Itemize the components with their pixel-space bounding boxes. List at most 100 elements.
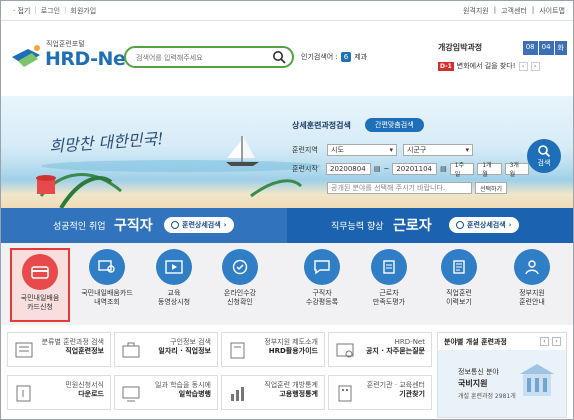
service-label: 직업훈련	[446, 289, 472, 297]
survey-icon	[371, 249, 407, 285]
card-search-icon	[89, 249, 125, 285]
start-from-input[interactable]: 20200804	[326, 163, 371, 175]
field-course-panel: 분야별 개설 훈련과정 ‹ › 정보통신 분야 국비지원 개설 훈련과정 298…	[437, 332, 567, 418]
service-label-2: 내역조회	[94, 298, 120, 306]
service-label: 교육	[167, 289, 181, 297]
keyword-placeholder: 공개된 분야를 선택해 주시기 바랍니다.	[331, 184, 446, 192]
start-to-input[interactable]: 20201104	[392, 163, 438, 175]
service-card-history[interactable]: 국민내일배움카드 내역조회	[77, 249, 137, 307]
detail-search-button[interactable]: 검색	[527, 139, 561, 173]
service-label-2: 훈련안내	[519, 298, 545, 306]
service-label-2: 동영상시청	[157, 298, 191, 306]
service-label: 국민내일배움	[20, 294, 60, 302]
region-row: 훈련지역 시도 ▾ 시군구 ▾	[292, 144, 473, 156]
top-left-links: · 접기 | 로그인 | 회원가입	[13, 6, 97, 16]
search-input[interactable]	[136, 51, 271, 64]
district-select[interactable]: 시군구 ▾	[403, 144, 473, 156]
calendar-icon[interactable]: ▤	[440, 165, 447, 173]
prev-arrow-icon[interactable]: ‹	[540, 337, 549, 346]
service-review[interactable]: 구직자 수강평등록	[292, 249, 352, 307]
period-3month-button[interactable]: 3개월	[504, 162, 530, 178]
deadline-item[interactable]: D-1 변화에서 길을 찾다! ‹ ›	[438, 59, 567, 73]
next-arrow-icon[interactable]: ›	[530, 61, 540, 71]
simple-search-button[interactable]: 간편맞춤검색	[365, 118, 424, 132]
remote-support-link[interactable]: 원격지원	[463, 6, 489, 16]
logo-title[interactable]: HRD-Net	[45, 48, 134, 70]
detail-search-panel: 상세훈련과정검색 간편맞춤검색 훈련지역 시도 ▾ 시군구 ▾ 훈련시작 20200…	[277, 114, 530, 200]
calendar-icon[interactable]: ▤	[374, 165, 381, 173]
prev-arrow-icon[interactable]: ‹	[518, 61, 528, 71]
link-training-info[interactable]: 분류별 훈련과정 검색 직업훈련정보	[7, 332, 111, 367]
popular-term[interactable]: 제과	[354, 52, 367, 62]
link-find-institution[interactable]: 훈련기관 · 교육센터 기관찾기	[328, 375, 432, 410]
region-value: 시도	[331, 146, 344, 154]
link-title: 직업훈련정보	[65, 347, 104, 355]
service-label-2: 수강평등록	[305, 298, 339, 306]
deadline-widget: 개강임박과정 08 04 화 D-1 변화에서 길을 찾다! ‹ ›	[433, 41, 567, 76]
link-statistics[interactable]: 직업훈련 개방통계 고용행정통계	[221, 375, 325, 410]
worker-title: 근로자	[393, 218, 432, 234]
period-1week-button[interactable]: 1주일	[449, 162, 475, 178]
service-gov-guide[interactable]: 정부지원 훈련안내	[502, 249, 562, 307]
sitemap-link[interactable]: 사이트맵	[539, 6, 565, 16]
start-date-row: 훈련시작 20200804 ▤ ~ 20201104 ▤ 1주일 1개월 3개월	[292, 162, 530, 178]
worker-search-label: 훈련상세검색	[467, 221, 506, 229]
worker-search-button[interactable]: 훈련상세검색 ›	[449, 217, 519, 233]
link-title: HRD활용가이드	[268, 347, 318, 355]
service-satisfaction[interactable]: 근로자 만족도평가	[359, 249, 419, 307]
worker-band: 직무능력 향상 근로자 훈련상세검색 ›	[287, 208, 573, 243]
video-icon	[156, 249, 192, 285]
link-forms-download[interactable]: 민원신청서식 다운로드	[7, 375, 111, 410]
date-weekday: 화	[554, 41, 567, 55]
chevron-right-icon: ›	[508, 221, 512, 229]
service-training-history[interactable]: 직업훈련 이력보기	[429, 249, 489, 307]
district-value: 시군구	[407, 146, 427, 154]
link-title: 다운로드	[78, 390, 104, 398]
service-label: 국민내일배움카드	[81, 289, 133, 297]
popular-rank: 6	[340, 52, 352, 62]
d-day-badge: D-1	[438, 61, 454, 71]
fold-link[interactable]: · 접기	[13, 6, 30, 16]
select-button[interactable]: 선택하기	[475, 182, 508, 194]
jobseeker-search-button[interactable]: 훈련상세검색 ›	[164, 217, 234, 233]
service-label-2: 카드신청	[27, 303, 53, 311]
guide-book-icon	[230, 342, 245, 359]
keyword-input[interactable]: 공개된 분야를 선택해 주시기 바랍니다.	[327, 182, 472, 194]
period-1month-button[interactable]: 1개월	[477, 162, 502, 178]
start-to-value: 20201104	[396, 165, 432, 173]
region-select[interactable]: 시도 ▾	[327, 144, 397, 156]
field-support: 국비지원	[458, 379, 488, 388]
deadline-course[interactable]: 변화에서 길을 찾다!	[457, 61, 516, 71]
list-icon	[15, 342, 33, 358]
customer-center-link[interactable]: 고객센터	[501, 6, 527, 16]
building-illustration-icon	[520, 364, 554, 396]
popular-label: 인기검색어 :	[301, 53, 338, 61]
date-day: 04	[538, 41, 554, 55]
link-jobs[interactable]: 구인정보 검색 일자리 · 직업정보	[114, 332, 218, 367]
field-course-title: 분야별 개설 훈련과정	[444, 338, 507, 346]
chat-icon	[304, 249, 340, 285]
service-card-apply[interactable]: 국민내일배움 카드신청	[10, 248, 70, 322]
link-hrd-guide[interactable]: 정부지원 제도소개 HRD활용가이드	[221, 332, 325, 367]
worker-tagline: 직무능력 향상	[331, 222, 384, 232]
service-label: 정부지원	[519, 289, 545, 297]
search-icon	[171, 221, 179, 229]
date-month: 08	[522, 41, 538, 55]
link-notice-faq[interactable]: HRD-Net 공지 · 자주묻는질문	[328, 332, 432, 367]
service-online-check[interactable]: 온라인수강 신청확인	[210, 249, 270, 307]
link-work-learn[interactable]: 일과 학습을 동시에 일학습병행	[114, 375, 218, 410]
link-title: 고용행정통계	[279, 390, 318, 398]
stats-icon	[231, 387, 244, 401]
jobseeker-title: 구직자	[114, 218, 153, 234]
start-label: 훈련시작	[292, 165, 318, 173]
service-video[interactable]: 교육 동영상시청	[144, 249, 204, 307]
history-icon	[441, 249, 477, 285]
service-label: 온라인수강	[223, 289, 257, 297]
keyword-row: 공개된 분야를 선택해 주시기 바랍니다. 선택하기	[292, 182, 508, 194]
next-arrow-icon[interactable]: ›	[552, 337, 561, 346]
login-link[interactable]: 로그인	[41, 6, 60, 16]
signup-link[interactable]: 회원가입	[70, 6, 96, 16]
jobseeker-tagline: 성공적인 취업	[53, 222, 106, 232]
search-icon[interactable]	[272, 50, 286, 64]
building-icon	[338, 385, 352, 402]
